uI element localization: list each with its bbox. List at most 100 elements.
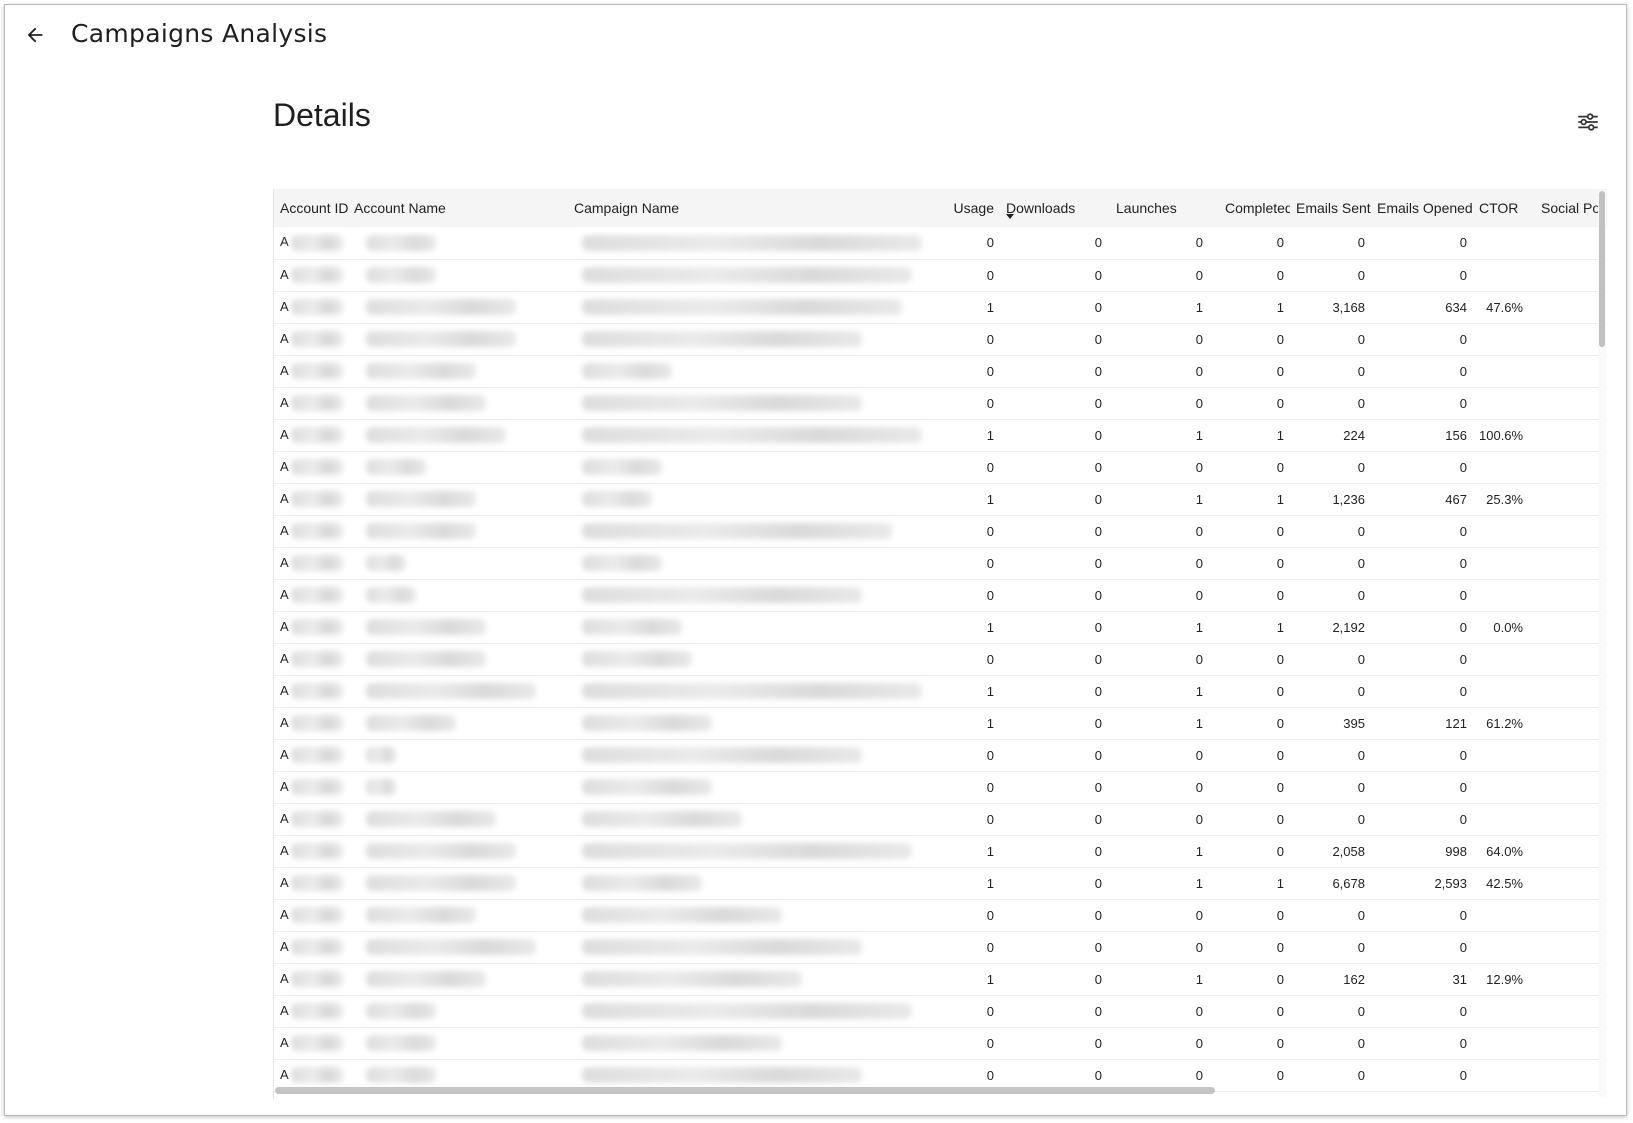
col-header-downloads[interactable]: Downloads — [1000, 189, 1108, 227]
cell-usage: 1 — [986, 971, 994, 987]
cell-social — [1529, 1059, 1607, 1091]
table-row[interactable]: A 1 0 1 0 162 31 12.9% — [274, 963, 1607, 995]
redacted-account-id — [290, 235, 343, 252]
redacted-account-id — [290, 1003, 343, 1020]
table-row[interactable]: A 0 0 0 0 0 0 — [274, 227, 1607, 259]
table-row[interactable]: A 0 0 0 0 0 0 — [274, 899, 1607, 931]
cell-completed: 0 — [1276, 235, 1284, 251]
table-row[interactable]: A 0 0 0 0 0 0 — [274, 995, 1607, 1027]
cell-account-name — [348, 451, 568, 483]
table-row[interactable]: A 1 0 1 1 2,192 0 0.0% — [274, 611, 1607, 643]
col-header-account-id[interactable]: Account ID — [274, 189, 348, 227]
cell-account-id: A — [274, 579, 348, 611]
cell-campaign-name — [568, 419, 946, 451]
cell-social — [1529, 323, 1607, 355]
cell-emails-opened: 0 — [1459, 331, 1467, 347]
table-row[interactable]: A 0 0 0 0 0 0 — [274, 739, 1607, 771]
table-row[interactable]: A 0 0 0 0 0 0 — [274, 547, 1607, 579]
account-id-prefix: A — [280, 266, 289, 282]
redacted-account-name — [366, 331, 516, 348]
cell-launches: 0 — [1195, 587, 1203, 603]
redacted-account-name — [366, 491, 476, 508]
table-row[interactable]: A 0 0 0 0 0 0 — [274, 387, 1607, 419]
table-row[interactable]: A 0 0 0 0 0 0 — [274, 643, 1607, 675]
cell-emails-opened: 0 — [1459, 651, 1467, 667]
horizontal-scrollbar-thumb[interactable] — [275, 1087, 1215, 1094]
col-header-emails-sent[interactable]: Emails Sent — [1290, 189, 1371, 227]
cell-emails-sent: 0 — [1357, 1067, 1365, 1083]
cell-launches: 0 — [1195, 523, 1203, 539]
table-row[interactable]: A 0 0 0 0 0 0 — [274, 355, 1607, 387]
cell-emails-sent: 0 — [1357, 811, 1365, 827]
cell-account-id: A — [274, 931, 348, 963]
account-id-prefix: A — [280, 330, 289, 346]
table-row[interactable]: A 0 0 0 0 0 0 — [274, 771, 1607, 803]
cell-social — [1529, 931, 1607, 963]
col-header-usage[interactable]: Usage — [946, 189, 1000, 227]
vertical-scrollbar-thumb[interactable] — [1599, 191, 1605, 347]
cell-account-id: A — [274, 771, 348, 803]
cell-launches: 1 — [1195, 875, 1203, 891]
table-row[interactable]: A 1 0 1 0 0 0 — [274, 675, 1607, 707]
account-id-prefix: A — [280, 394, 289, 410]
cell-emails-opened: 0 — [1459, 1003, 1467, 1019]
cell-emails-sent: 6,678 — [1332, 875, 1365, 891]
table-row[interactable]: A 1 0 1 1 3,168 634 47.6% — [274, 291, 1607, 323]
cell-ctor — [1473, 579, 1529, 611]
redacted-account-id — [290, 843, 343, 860]
col-header-ctor[interactable]: CTOR — [1473, 189, 1529, 227]
table-row[interactable]: A 1 0 1 0 2,058 998 64.0% — [274, 835, 1607, 867]
cell-emails-sent: 0 — [1357, 907, 1365, 923]
col-header-social[interactable]: Social Po — [1529, 189, 1607, 227]
cell-usage: 0 — [986, 331, 994, 347]
col-header-completed[interactable]: Completed — [1209, 189, 1290, 227]
redacted-account-name — [366, 395, 486, 412]
redacted-campaign-name — [582, 843, 912, 860]
cell-downloads: 0 — [1094, 779, 1102, 795]
cell-completed: 0 — [1276, 523, 1284, 539]
cell-usage: 0 — [986, 1003, 994, 1019]
table-row[interactable]: A 0 0 0 0 0 0 — [274, 579, 1607, 611]
col-header-launches[interactable]: Launches — [1108, 189, 1209, 227]
back-button[interactable] — [19, 19, 51, 51]
col-header-emails-opened[interactable]: Emails Opened — [1371, 189, 1473, 227]
redacted-campaign-name — [582, 523, 892, 540]
table-row[interactable]: A 0 0 0 0 0 0 — [274, 931, 1607, 963]
redacted-account-name — [366, 907, 476, 924]
filter-settings-button[interactable] — [1571, 105, 1605, 139]
account-id-prefix: A — [280, 1066, 289, 1082]
table-row[interactable]: A 0 0 0 0 0 0 — [274, 515, 1607, 547]
details-table-container[interactable]: Account ID Account Name Campaign Name Us… — [273, 189, 1607, 1099]
table-row[interactable]: A 0 0 0 0 0 0 — [274, 323, 1607, 355]
cell-account-name — [348, 515, 568, 547]
cell-emails-sent: 224 — [1343, 427, 1365, 443]
col-header-account-name[interactable]: Account Name — [348, 189, 568, 227]
redacted-account-name — [366, 299, 516, 316]
table-row[interactable]: A 0 0 0 0 0 0 — [274, 259, 1607, 291]
cell-completed: 1 — [1276, 875, 1284, 891]
cell-ctor — [1473, 323, 1529, 355]
table-row[interactable]: A 1 0 1 1 6,678 2,593 42.5% — [274, 867, 1607, 899]
redacted-campaign-name — [582, 715, 712, 732]
cell-account-id: A — [274, 835, 348, 867]
cell-emails-opened: 0 — [1459, 779, 1467, 795]
cell-launches: 0 — [1195, 1035, 1203, 1051]
table-row[interactable]: A 1 0 1 1 1,236 467 25.3% — [274, 483, 1607, 515]
cell-social — [1529, 867, 1607, 899]
redacted-account-name — [366, 1035, 436, 1052]
table-row[interactable]: A 1 0 1 0 395 121 61.2% — [274, 707, 1607, 739]
cell-account-name — [348, 995, 568, 1027]
table-row[interactable]: A 0 0 0 0 0 0 — [274, 803, 1607, 835]
table-row[interactable]: A 0 0 0 0 0 0 — [274, 1027, 1607, 1059]
account-id-prefix: A — [280, 298, 289, 314]
table-row[interactable]: A 0 0 0 0 0 0 — [274, 451, 1607, 483]
cell-campaign-name — [568, 995, 946, 1027]
page-title: Campaigns Analysis — [71, 19, 328, 48]
table-row[interactable]: A 1 0 1 1 224 156 100.6% — [274, 419, 1607, 451]
redacted-campaign-name — [582, 235, 922, 252]
col-header-campaign-name[interactable]: Campaign Name — [568, 189, 946, 227]
cell-usage: 0 — [986, 267, 994, 283]
cell-ctor: 61.2% — [1486, 715, 1523, 731]
redacted-campaign-name — [582, 491, 652, 508]
cell-completed: 1 — [1276, 299, 1284, 315]
